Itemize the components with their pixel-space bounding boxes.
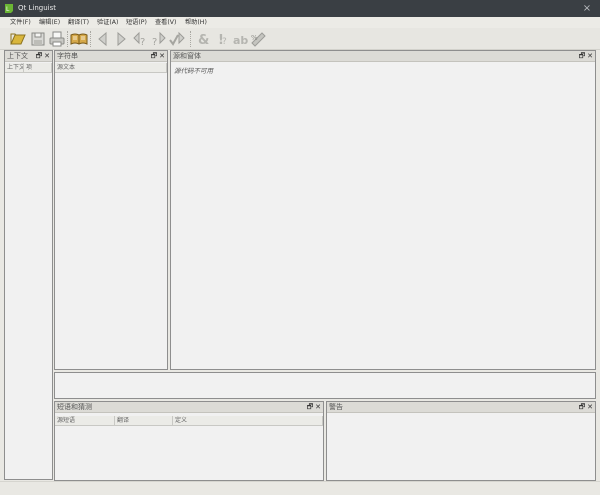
source-form-dock-title: 源和窗体 [173,52,201,60]
previous-unfinished-icon[interactable]: ? [131,30,149,48]
menu-edit[interactable]: 编辑(E) [39,17,60,28]
menu-view[interactable]: 查看(V) [155,17,176,28]
column-header-context[interactable]: 上下文 [5,63,24,73]
menu-help[interactable]: 帮助(H) [185,17,207,28]
phrase-validation-icon[interactable]: ab [231,30,249,48]
print-icon[interactable] [48,30,66,48]
phrases-guesses-dock: 短语和猜测 🗗 ✕ 源短语 翻译 定义 [54,401,324,481]
source-form-dock: 源和窗体 🗗 ✕ 源代码不可用 [170,50,596,370]
float-icon[interactable]: 🗗 [306,402,314,413]
menu-bar: 文件(F) 编辑(E) 翻译(T) 验证(A) 短语(P) 查看(V) 帮助(H… [0,17,600,28]
strings-dock-titlebar: 字符串 🗗 ✕ [55,51,167,62]
context-dock-titlebar: 上下文 🗗 ✕ [5,51,52,62]
column-header-items[interactable]: 项 [24,63,52,73]
svg-text:?: ? [140,37,145,48]
open-icon[interactable] [9,30,27,48]
open-phrasebook-icon[interactable] [70,30,88,48]
accelerator-validation-icon[interactable]: & [195,30,213,48]
strings-dock: 字符串 🗗 ✕ 源文本 [54,50,168,370]
window-close-button[interactable]: × [579,0,595,17]
menu-phrases[interactable]: 短语(P) [126,17,147,28]
close-icon[interactable]: ✕ [586,402,594,413]
float-icon[interactable]: 🗗 [35,51,43,62]
toolbar: ? ? & !? ab % [0,28,600,50]
menu-validation[interactable]: 验证(A) [97,17,118,28]
title-bar: L Qt Linguist × [0,0,600,17]
menu-translation[interactable]: 翻译(T) [68,17,89,28]
column-header-translation[interactable]: 翻译 [115,416,173,426]
svg-text:?: ? [152,37,157,48]
previous-icon[interactable] [94,30,112,48]
toolbar-separator [67,31,69,47]
next-unfinished-icon[interactable]: ? [150,30,168,48]
close-icon[interactable]: ✕ [158,51,166,62]
phrases-dock-titlebar: 短语和猜测 🗗 ✕ [55,402,323,413]
strings-dock-title: 字符串 [57,52,78,60]
svg-text:ab: ab [233,34,248,47]
warnings-dock: 警告 🗗 ✕ [326,401,596,481]
placemarker-validation-icon[interactable]: % [249,30,267,48]
next-icon[interactable] [112,30,130,48]
svg-text:%: % [251,34,258,42]
close-icon[interactable]: ✕ [43,51,51,62]
close-icon[interactable]: ✕ [314,402,322,413]
warnings-dock-titlebar: 警告 🗗 ✕ [327,402,595,413]
translation-editor-area[interactable] [54,372,596,399]
svg-text:&: & [198,33,209,48]
close-icon[interactable]: ✕ [586,51,594,62]
source-form-dock-titlebar: 源和窗体 🗗 ✕ [171,51,595,62]
context-dock: 上下文 🗗 ✕ 上下文 项 [4,50,53,480]
column-header-definition[interactable]: 定义 [173,416,323,426]
float-icon[interactable]: 🗗 [578,51,586,62]
toolbar-separator [190,31,192,47]
svg-text:?: ? [222,37,227,47]
column-header-source-phrase[interactable]: 源短语 [55,416,115,426]
phrases-dock-title: 短语和猜测 [57,403,92,411]
float-icon[interactable]: 🗗 [578,402,586,413]
qt-linguist-app-icon: L [5,4,13,13]
warnings-dock-title: 警告 [329,403,343,411]
toolbar-separator [90,31,92,47]
column-header-source-text[interactable]: 源文本 [55,63,167,73]
punctuation-validation-icon[interactable]: !? [213,30,231,48]
done-and-next-icon[interactable] [168,30,186,48]
context-dock-title: 上下文 [7,52,28,60]
window-title: Qt Linguist [18,4,56,12]
status-bar [0,481,600,495]
source-unavailable-message: 源代码不可用 [174,67,213,75]
save-icon[interactable] [29,30,47,48]
menu-file[interactable]: 文件(F) [10,17,31,28]
float-icon[interactable]: 🗗 [150,51,158,62]
